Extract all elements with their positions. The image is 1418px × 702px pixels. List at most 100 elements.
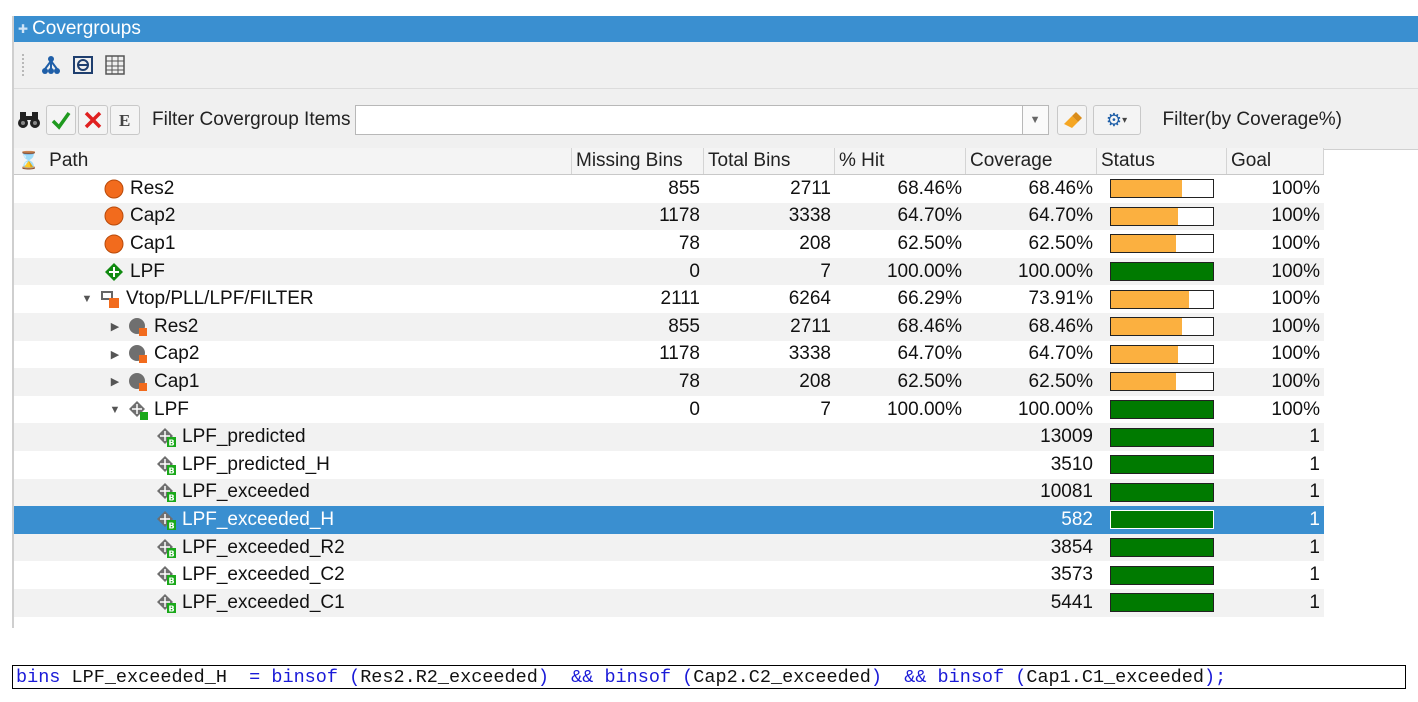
column-header-path[interactable]: ⌛ Path — [14, 148, 572, 174]
status-cell — [1097, 230, 1227, 258]
status-bar — [1110, 593, 1214, 613]
table-row[interactable]: ▼ Vtop/PLL/LPF/FILTER 2111 6264 66.29% 73.91%… — [14, 285, 1324, 313]
status-bar-fill — [1111, 483, 1213, 501]
item-name: Cap1 — [154, 370, 200, 392]
expand-arrow-icon[interactable]: ▶ — [108, 375, 122, 388]
settings-button[interactable]: ⚙ ▾ — [1092, 105, 1141, 135]
column-header-total-bins[interactable]: Total Bins — [704, 148, 835, 174]
hit-percent-cell: 62.50% — [897, 370, 962, 392]
item-name: LPF — [130, 260, 165, 282]
bin-diamond-icon: B — [156, 427, 176, 448]
hit-percent-cell — [835, 534, 966, 562]
path-cell: LPF — [14, 258, 572, 286]
title-bar[interactable]: ✚ Covergroups — [14, 16, 1418, 42]
status-cell — [1097, 451, 1227, 479]
status-bar-fill — [1111, 456, 1213, 474]
goal-cell: 100% — [1271, 398, 1320, 420]
table-row[interactable]: B LPF_exceeded_C1 5441 1 — [14, 588, 1324, 617]
missing-bins-cell — [572, 506, 704, 534]
expand-arrow-icon[interactable]: ▶ — [108, 348, 122, 361]
goal-cell: 1 — [1309, 564, 1320, 586]
gray-circle-icon — [128, 372, 148, 392]
column-header-coverage[interactable]: Coverage — [966, 148, 1097, 174]
status-bar — [1110, 455, 1214, 475]
item-name: LPF_exceeded_C2 — [182, 564, 345, 586]
status-cell — [1097, 341, 1227, 369]
table-row[interactable]: ▶ Cap2 1178 3338 64.70% 64.70% 100% — [14, 341, 1324, 369]
table-row[interactable]: ▶ Cap1 78 208 62.50% 62.50% 100% — [14, 368, 1324, 396]
filter-input[interactable] — [354, 105, 1023, 135]
eraser-button[interactable] — [1056, 105, 1087, 135]
table-row[interactable]: LPF 0 7 100.00% 100.00% 100% — [14, 257, 1324, 286]
missing-bins-cell — [572, 561, 704, 589]
expression-button[interactable]: E — [110, 105, 140, 135]
collapse-arrow-icon[interactable]: ▼ — [80, 293, 94, 305]
status-cell — [1097, 534, 1227, 562]
table-row[interactable]: B LPF_exceeded_R2 3854 1 — [14, 533, 1324, 562]
coverage-cell: 62.50% — [1028, 370, 1093, 392]
status-cell — [1097, 313, 1227, 341]
hourglass-icon[interactable]: ⌛ — [18, 151, 39, 171]
pin-icon[interactable]: ✚ — [18, 22, 28, 36]
hit-percent-cell — [835, 479, 966, 507]
status-bar-fill — [1111, 207, 1179, 225]
coverage-cell: 100.00% — [1017, 398, 1093, 420]
status-bar — [1110, 262, 1214, 282]
status-bar-fill — [1111, 566, 1213, 584]
hit-percent-cell: 64.70% — [897, 343, 962, 365]
goal-cell: 100% — [1271, 315, 1320, 337]
column-header-hit[interactable]: % Hit — [835, 148, 966, 174]
x-icon — [84, 111, 102, 129]
table-row[interactable]: B LPF_predicted 13009 1 — [14, 423, 1324, 451]
filter-by-coverage-label[interactable]: Filter(by Coverage%) — [1163, 109, 1343, 131]
column-header-goal[interactable]: Goal — [1227, 148, 1324, 174]
column-header-status[interactable]: Status — [1097, 148, 1227, 174]
binoculars-icon[interactable] — [14, 105, 44, 135]
filter-toolbar: E Filter Covergroup Items ▼ ⚙ ▾ Filter(by… — [14, 89, 1418, 150]
missing-bins-cell: 1178 — [659, 205, 700, 227]
total-bins-cell — [704, 506, 835, 534]
hierarchy-icon[interactable] — [40, 54, 62, 76]
path-cell: ▼ Vtop/PLL/LPF/FILTER — [14, 285, 572, 313]
status-bar-fill — [1111, 235, 1177, 253]
bin-diamond-icon: B — [156, 565, 176, 586]
hit-percent-cell: 62.50% — [897, 232, 962, 254]
coverage-cell: 3854 — [1050, 536, 1093, 558]
clear-button[interactable] — [78, 105, 108, 135]
table-row[interactable]: B LPF_exceeded_H 582 1 — [14, 506, 1324, 534]
chevron-down-icon: ▾ — [1122, 114, 1128, 126]
total-bins-cell: 2711 — [790, 315, 831, 337]
table-row[interactable]: Cap1 78 208 62.50% 62.50% 100% — [14, 230, 1324, 258]
table-row[interactable]: B LPF_exceeded 10081 1 — [14, 478, 1324, 507]
item-name: Cap1 — [130, 232, 176, 254]
total-bins-cell: 208 — [799, 232, 831, 254]
filter-dropdown-arrow[interactable]: ▼ — [1022, 105, 1049, 135]
hit-percent-cell — [835, 451, 966, 479]
code-keyword: ) && binsof ( — [537, 666, 694, 688]
table-row[interactable]: B LPF_exceeded_C2 3573 1 — [14, 561, 1324, 589]
table-row[interactable]: Res2 855 2711 68.46% 68.46% 100% — [14, 175, 1324, 203]
toolbar-grip[interactable] — [22, 54, 28, 76]
bin-diamond-icon: B — [156, 538, 176, 558]
missing-bins-cell: 78 — [678, 232, 700, 254]
column-header-missing-bins[interactable]: Missing Bins — [572, 148, 704, 174]
missing-bins-cell: 78 — [678, 370, 700, 392]
code-keyword: ) && binsof ( — [870, 666, 1027, 688]
coverage-cell: 13009 — [1040, 426, 1093, 448]
collapse-icon[interactable] — [72, 54, 94, 76]
coverage-cell: 62.50% — [1028, 232, 1093, 254]
table-row[interactable]: ▼ LPF 0 7 100.00% 100.00% 100% — [14, 396, 1324, 424]
collapse-arrow-icon[interactable]: ▼ — [108, 404, 122, 416]
columns-icon[interactable] — [104, 54, 126, 76]
status-cell — [1097, 285, 1227, 313]
expand-arrow-icon[interactable]: ▶ — [108, 320, 122, 333]
table-row[interactable]: B LPF_predicted_H 3510 1 — [14, 451, 1324, 479]
status-bar-fill — [1111, 345, 1179, 363]
table-row[interactable]: Cap2 1178 3338 64.70% 64.70% 100% — [14, 202, 1324, 231]
coverage-cell: 73.91% — [1028, 288, 1093, 310]
accept-button[interactable] — [46, 105, 76, 135]
table-row[interactable]: ▶ Res2 855 2711 68.46% 68.46% 100% — [14, 312, 1324, 341]
total-bins-cell — [704, 589, 835, 617]
item-name: LPF_exceeded — [182, 481, 310, 503]
status-bar — [1110, 179, 1214, 199]
